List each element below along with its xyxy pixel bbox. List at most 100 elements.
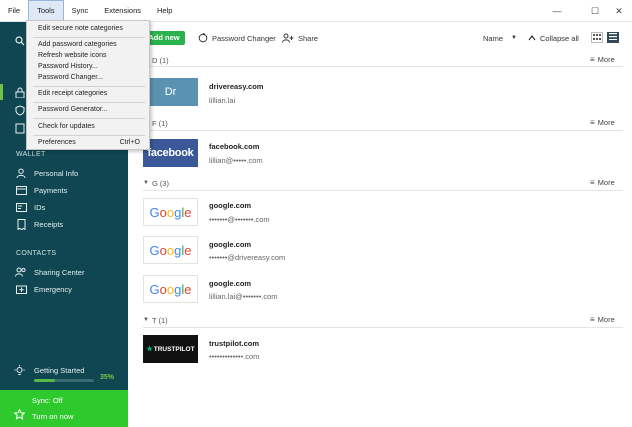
- menu-item-password-history[interactable]: Password History...: [38, 63, 98, 70]
- contacts-header: CONTACTS: [16, 250, 57, 257]
- list-view-button[interactable]: [607, 32, 619, 43]
- sort-dropdown[interactable]: Name ▼: [483, 31, 517, 45]
- sidebar-item-label: Personal Info: [34, 168, 79, 178]
- getting-started-progress: [34, 379, 94, 382]
- lightbulb-icon: [14, 365, 28, 376]
- more-button[interactable]: ≡ More: [590, 55, 615, 64]
- more-label: More: [597, 315, 615, 324]
- close-button[interactable]: ✕: [604, 0, 632, 22]
- more-lines-icon: ≡: [590, 178, 595, 187]
- sidebar-item-sharing-center[interactable]: Sharing Center: [14, 264, 84, 280]
- site-logo[interactable]: ★ TRUSTPILOT: [143, 335, 198, 363]
- entry-login: •••••••••••••.com: [209, 352, 260, 361]
- site-logo[interactable]: Dr: [143, 78, 198, 106]
- preferences-shortcut: Ctrl+O: [119, 139, 140, 146]
- more-lines-icon: ≡: [590, 315, 595, 324]
- more-button[interactable]: ≡ More: [590, 315, 615, 324]
- entry-login: •••••••@drivereasy.com: [209, 253, 286, 262]
- lock-icon[interactable]: [15, 87, 25, 100]
- share-button[interactable]: Share: [282, 31, 318, 45]
- entry-title[interactable]: google.com: [209, 240, 251, 249]
- menu-separator: [33, 102, 145, 103]
- refresh-icon: [198, 33, 208, 43]
- collapse-icon: [528, 34, 536, 42]
- entry-title[interactable]: google.com: [209, 201, 251, 210]
- group-header-t[interactable]: ▼ T (1): [143, 314, 168, 326]
- sidebar-item-label: Sharing Center: [34, 267, 85, 277]
- menu-sync[interactable]: Sync: [64, 0, 97, 22]
- star-icon: [13, 408, 26, 422]
- turn-on-sync-link[interactable]: Turn on now: [32, 412, 73, 421]
- grid-icon: [593, 33, 601, 42]
- sidebar-item-label: IDs: [34, 202, 46, 212]
- getting-started-label: Getting Started: [34, 366, 85, 375]
- menu-item-add-password-categories[interactable]: Add password categories: [38, 41, 117, 48]
- menu-item-refresh-website-icons[interactable]: Refresh website icons: [38, 52, 106, 59]
- entry-title[interactable]: drivereasy.com: [209, 82, 263, 91]
- group-divider: [143, 66, 623, 67]
- entry-title[interactable]: google.com: [209, 279, 251, 288]
- menu-tools[interactable]: Tools: [28, 0, 64, 22]
- entry-login: lillian@•••••.com: [209, 156, 263, 165]
- google-logo-text: Google: [149, 281, 192, 297]
- person-icon: [14, 167, 28, 179]
- menu-extensions[interactable]: Extensions: [96, 0, 149, 22]
- more-button[interactable]: ≡ More: [590, 178, 615, 187]
- site-logo[interactable]: Google: [143, 198, 198, 226]
- menu-separator: [33, 86, 145, 87]
- sidebar-item-payments[interactable]: Payments: [14, 182, 67, 198]
- active-indicator: [0, 84, 3, 100]
- group-label: G (3): [151, 178, 170, 188]
- collapse-all-label: Collapse all: [540, 33, 579, 43]
- menu-file[interactable]: File: [0, 0, 28, 22]
- sidebar-item-receipts[interactable]: Receipts: [14, 216, 63, 232]
- menu-help[interactable]: Help: [149, 0, 180, 22]
- site-logo[interactable]: Google: [143, 236, 198, 264]
- search-icon[interactable]: [15, 36, 25, 48]
- menu-item-edit-receipt-categories[interactable]: Edit receipt categories: [38, 90, 107, 97]
- menu-item-password-generator[interactable]: Password Generator...: [38, 106, 108, 113]
- share-label: Share: [298, 33, 319, 43]
- sync-banner[interactable]: Sync: Off Turn on now: [0, 390, 128, 427]
- menu-item-check-for-updates[interactable]: Check for updates: [38, 123, 95, 130]
- entry-title[interactable]: trustpilot.com: [209, 339, 259, 348]
- trustpilot-logo-text: TRUSTPILOT: [153, 345, 195, 353]
- group-divider: [143, 327, 623, 328]
- grid-view-button[interactable]: [591, 32, 603, 43]
- menu-item-preferences[interactable]: Preferences: [38, 139, 76, 146]
- note-icon[interactable]: [15, 123, 25, 136]
- collapse-all-button[interactable]: Collapse all: [528, 31, 579, 45]
- more-label: More: [597, 118, 615, 127]
- minimize-button[interactable]: —: [542, 0, 572, 22]
- menu-separator: [33, 118, 145, 119]
- menu-item-password-changer[interactable]: Password Changer...: [38, 74, 103, 81]
- group-divider: [143, 130, 623, 131]
- site-logo[interactable]: facebook: [143, 139, 198, 167]
- sidebar-item-label: Emergency: [34, 284, 72, 294]
- sidebar-item-personal-info[interactable]: Personal Info: [14, 165, 78, 181]
- sidebar-item-ids[interactable]: IDs: [14, 199, 45, 215]
- sidebar-item-label: Receipts: [34, 219, 64, 229]
- shield-icon[interactable]: [15, 105, 25, 118]
- site-logo[interactable]: Google: [143, 275, 198, 303]
- menu-separator: [33, 135, 145, 136]
- star-icon: ★: [146, 346, 153, 353]
- group-header-g[interactable]: ▼ G (3): [143, 177, 169, 189]
- password-changer-label: Password Changer: [212, 33, 276, 43]
- getting-started[interactable]: Getting Started 35%: [14, 365, 118, 382]
- caret-down-icon: ▼: [143, 317, 149, 323]
- progress-fill: [34, 379, 55, 382]
- more-label: More: [597, 55, 615, 64]
- group-divider: [143, 190, 623, 191]
- caret-down-icon: ▼: [511, 35, 517, 41]
- credit-card-icon: [14, 184, 28, 196]
- entry-title[interactable]: facebook.com: [209, 142, 259, 151]
- more-lines-icon: ≡: [590, 55, 595, 64]
- more-button[interactable]: ≡ More: [590, 118, 615, 127]
- password-changer-button[interactable]: Password Changer: [198, 31, 276, 45]
- sidebar-item-emergency[interactable]: Emergency: [14, 281, 72, 297]
- getting-started-percent: 35%: [100, 374, 115, 381]
- entry-login: lillian.lai: [209, 96, 236, 105]
- menu-item-edit-secure-note-categories[interactable]: Edit secure note categories: [38, 25, 123, 32]
- list-icon: [609, 33, 617, 42]
